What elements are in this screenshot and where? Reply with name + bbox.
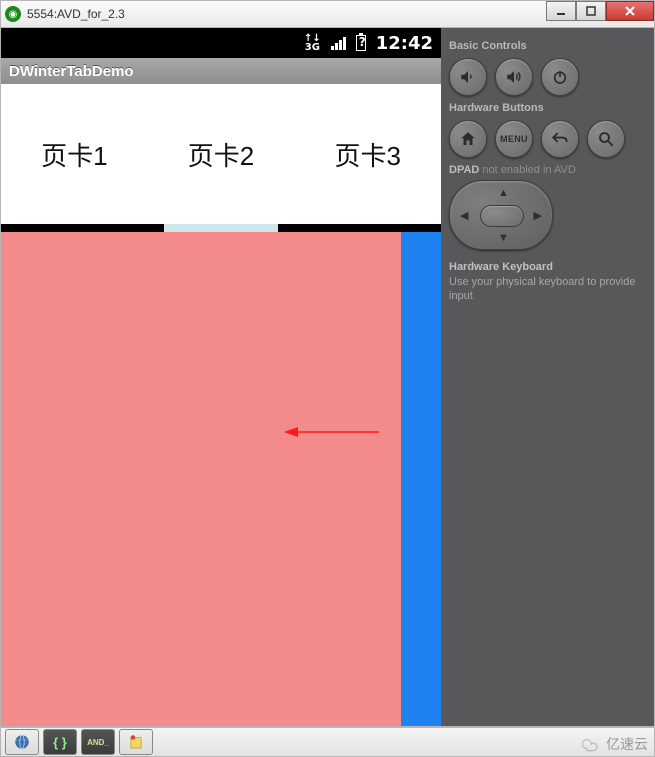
android-status-bar[interactable]: ↑↓3G 12:42 xyxy=(1,28,441,58)
volume-up-button[interactable] xyxy=(495,58,533,96)
taskbar-app-1[interactable] xyxy=(5,729,39,755)
taskbar-app-3[interactable]: AND_ xyxy=(81,729,115,755)
tab-2[interactable]: 页卡2 xyxy=(148,84,295,224)
window-controls xyxy=(546,1,654,21)
emulator-icon: ◉ xyxy=(5,6,21,22)
maximize-button[interactable] xyxy=(576,1,606,21)
window-title: 5554:AVD_for_2.3 xyxy=(27,7,125,21)
page-2-content xyxy=(1,232,401,726)
hardware-keyboard-note: Hardware Keyboard Use your physical keyb… xyxy=(449,260,646,303)
dpad-up[interactable]: ▲ xyxy=(498,187,509,199)
menu-button[interactable]: MENU xyxy=(495,120,533,158)
back-button[interactable] xyxy=(541,120,579,158)
phone-screen: ↑↓3G 12:42 DWinterTabDemo 页卡1 页卡2 页卡3 xyxy=(1,28,441,726)
clock: 12:42 xyxy=(376,33,433,54)
taskbar-app-4[interactable] xyxy=(119,729,153,755)
tab-strip: 页卡1 页卡2 页卡3 xyxy=(1,84,441,224)
tab-1[interactable]: 页卡1 xyxy=(1,84,148,224)
dpad-right[interactable]: ▶ xyxy=(534,209,542,222)
page-3-peek xyxy=(401,232,441,726)
search-button[interactable] xyxy=(587,120,625,158)
volume-down-button[interactable] xyxy=(449,58,487,96)
emulator-side-panel: Basic Controls Hardware Buttons MENU xyxy=(441,28,654,726)
minimize-button[interactable] xyxy=(546,1,576,21)
tab-indicator xyxy=(1,224,441,232)
taskbar-app-2[interactable]: { } xyxy=(43,729,77,755)
app-title: DWinterTabDemo xyxy=(9,63,134,80)
hardware-buttons-label: Hardware Buttons xyxy=(449,102,646,114)
watermark: 亿速云 xyxy=(581,734,648,754)
network-icon: ↑↓3G xyxy=(304,34,321,52)
app-title-bar: DWinterTabDemo xyxy=(1,58,441,84)
dpad-status: DPAD not enabled in AVD xyxy=(449,164,646,176)
dpad[interactable]: ▲ ▼ ◀ ▶ xyxy=(449,180,553,250)
tab-3[interactable]: 页卡3 xyxy=(294,84,441,224)
window-titlebar: ◉ 5554:AVD_for_2.3 xyxy=(0,0,655,28)
home-button[interactable] xyxy=(449,120,487,158)
dpad-left[interactable]: ◀ xyxy=(460,209,468,222)
windows-taskbar: { } AND_ 亿速云 xyxy=(0,727,655,757)
basic-controls-label: Basic Controls xyxy=(449,40,646,52)
power-button[interactable] xyxy=(541,58,579,96)
signal-icon xyxy=(331,36,346,50)
dpad-center[interactable] xyxy=(480,205,524,227)
close-button[interactable] xyxy=(606,1,654,21)
view-pager[interactable] xyxy=(1,232,441,726)
dpad-down[interactable]: ▼ xyxy=(498,232,509,244)
battery-icon xyxy=(356,35,366,51)
